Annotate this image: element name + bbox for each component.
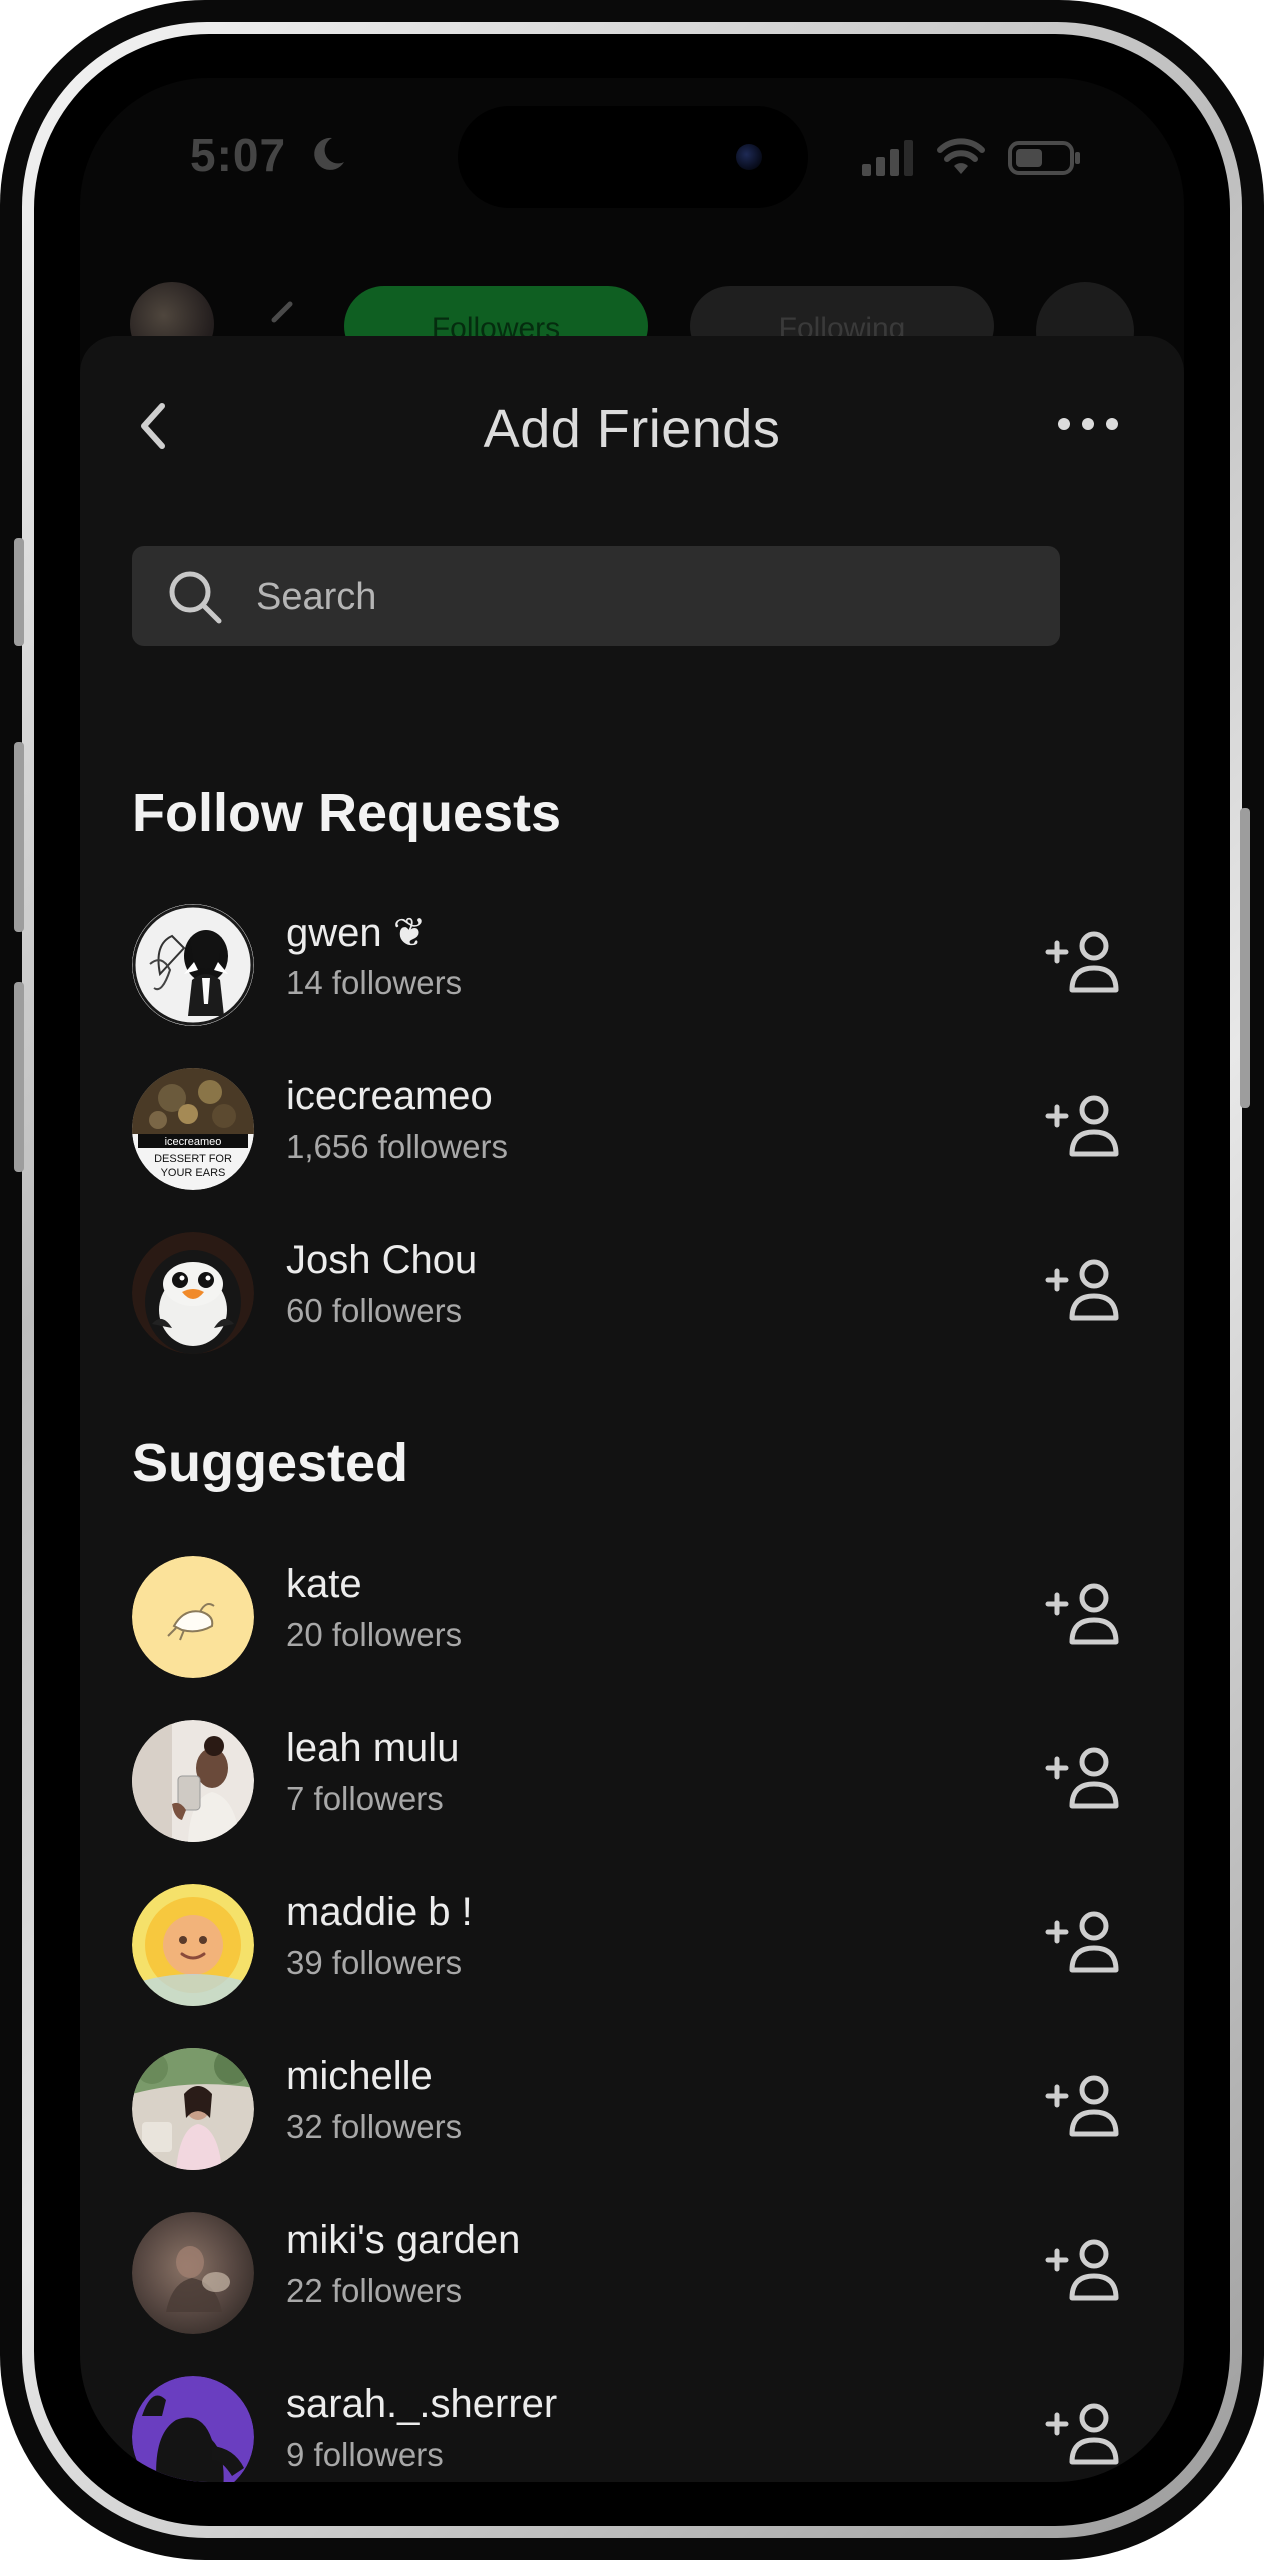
user-name: miki's garden [286,2218,521,2262]
user-name: maddie b ! [286,1890,473,1934]
add-friend-button[interactable] [1044,2402,1120,2468]
add-friend-button[interactable] [1044,1094,1120,1160]
suggested-row-leah-mulu[interactable]: leah mulu 7 followers [132,1716,1136,1842]
add-friend-button[interactable] [1044,1258,1120,1324]
follow-request-row-josh-chou[interactable]: Josh Chou 60 followers [132,1228,1136,1354]
follow-request-row-gwen[interactable]: gwen ❦ 14 followers [132,900,1136,1026]
moon-icon [314,137,344,170]
dynamic-island [458,106,808,208]
avatar-logo-text: YOUR EARS [161,1167,226,1179]
user-name: michelle [286,2054,433,2098]
avatar [132,1720,254,1842]
signal-icon [862,140,913,176]
add-friend-button[interactable] [1044,1582,1120,1648]
suggested-row-sarah-sherrer[interactable]: sarah._.sherrer 9 followers [132,2372,1136,2482]
suggested-row-mikis-garden[interactable]: miki's garden 22 followers [132,2208,1136,2334]
more-options-button[interactable] [1056,414,1120,434]
suggested-row-michelle[interactable]: michelle 32 followers [132,2044,1136,2170]
add-friend-button[interactable] [1044,2238,1120,2304]
chevron-left-icon[interactable] [266,300,296,340]
avatar-logo-text: DESSERT FOR [154,1153,232,1165]
follower-count: 39 followers [286,1944,463,1981]
follower-count: 1,656 followers [286,1128,508,1165]
wifi-icon [937,138,985,174]
user-name: leah mulu [286,1726,460,1770]
add-friend-button[interactable] [1044,1910,1120,1976]
follower-count: 60 followers [286,1292,463,1329]
add-friend-button[interactable] [1044,2074,1120,2140]
phone-screen: 5:07 Followers Following Add Friends Sea… [80,78,1184,2482]
user-name: kate [286,1562,362,1606]
front-camera [736,144,762,170]
suggested-heading: Suggested [132,1433,409,1493]
user-name: gwen ❦ [286,911,427,955]
user-name: sarah._.sherrer [286,2382,558,2426]
follower-count: 22 followers [286,2272,463,2309]
follow-request-row-icecreameo[interactable]: icecreameo DESSERT FOR YOUR EARS icecrea… [132,1064,1136,1190]
volume-up-button [14,742,24,932]
follower-count: 20 followers [286,1616,463,1653]
avatar [132,904,254,1026]
follower-count: 32 followers [286,2108,463,2145]
avatar [132,1556,254,1678]
follower-count: 9 followers [286,2436,444,2473]
avatar [132,1232,254,1354]
status-time: 5:07 [190,129,287,181]
follower-count: 14 followers [286,964,463,1001]
battery-icon [1008,141,1080,175]
avatar [132,1884,254,2006]
avatar [132,2376,254,2482]
avatar [132,2212,254,2334]
action-button [14,538,24,646]
add-friend-button[interactable] [1044,930,1120,996]
add-friend-button[interactable] [1044,1746,1120,1812]
user-name: Josh Chou [286,1238,478,1282]
power-button [1240,808,1250,1108]
follower-count: 7 followers [286,1780,444,1817]
volume-down-button [14,982,24,1172]
search-input[interactable] [254,564,1018,630]
add-friends-sheet: Add Friends Follow Requests [80,336,1184,2482]
suggested-row-maddie-b[interactable]: maddie b ! 39 followers [132,1880,1136,2006]
user-name: icecreameo [286,1074,493,1118]
search-bar[interactable] [132,546,1060,646]
suggested-row-kate[interactable]: kate 20 followers [132,1552,1136,1678]
search-icon [169,571,222,624]
avatar [132,2048,254,2170]
avatar: icecreameo DESSERT FOR YOUR EARS [132,1068,254,1190]
avatar-logo-text: icecreameo [165,1136,222,1148]
page-title: Add Friends [483,399,781,459]
follow-requests-heading: Follow Requests [132,783,562,843]
